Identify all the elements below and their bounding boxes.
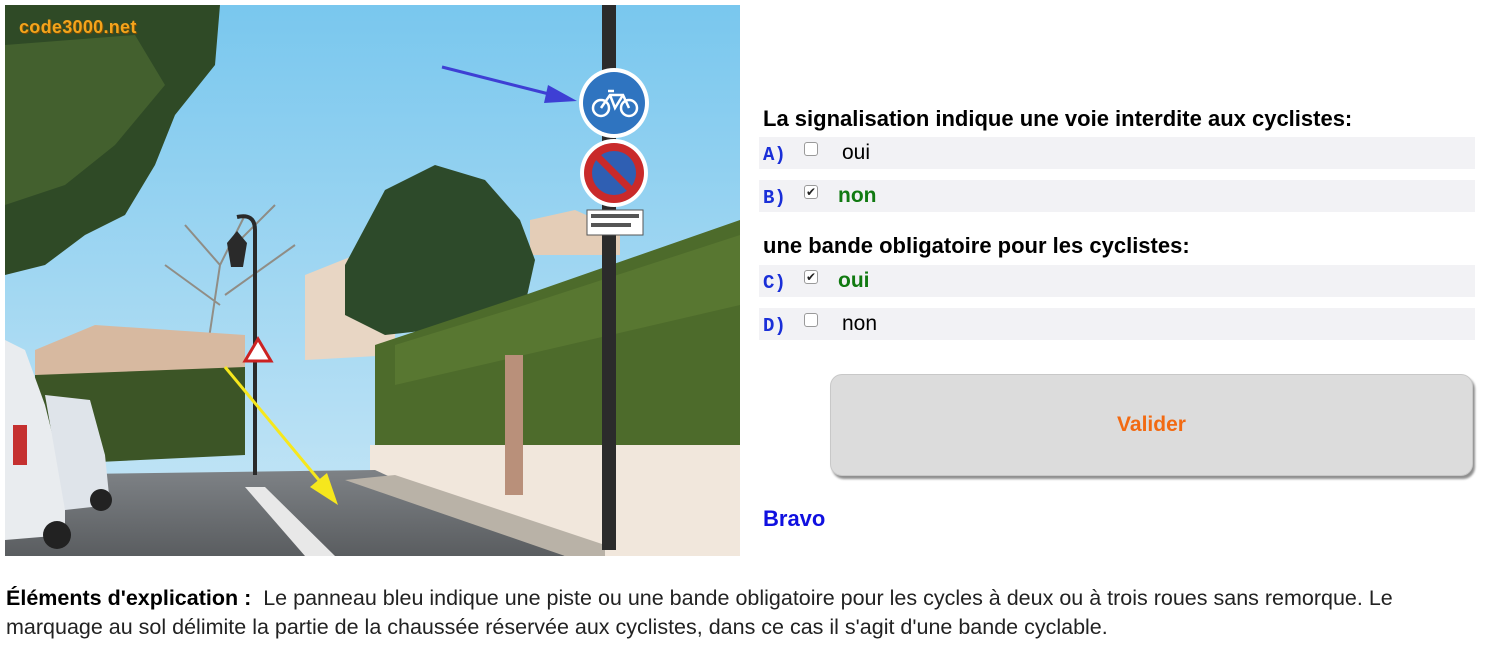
- option-letter: B): [763, 187, 786, 209]
- option-letter: D): [763, 315, 786, 337]
- option-label: oui: [842, 141, 871, 164]
- validate-button[interactable]: Valider: [830, 374, 1473, 476]
- option-b[interactable]: B) ✔ non: [759, 180, 1475, 212]
- option-letter: A): [763, 144, 786, 166]
- option-d-checkbox[interactable]: [804, 313, 818, 327]
- option-label: oui: [838, 269, 870, 292]
- option-d[interactable]: D) non: [759, 308, 1475, 340]
- option-a[interactable]: A) oui: [759, 137, 1475, 169]
- explanation-heading: Éléments d'explication :: [6, 586, 252, 610]
- option-a-checkbox[interactable]: [804, 142, 818, 156]
- road-scene-photo: code3000.net: [5, 5, 740, 556]
- explanation: Éléments d'explication : Le panneau bleu…: [6, 584, 1466, 642]
- result-message: Bravo: [763, 506, 826, 531]
- road-scene-illustration: [5, 5, 740, 556]
- no-parking-sign-icon: [580, 139, 648, 207]
- cycle-sign-icon: [579, 68, 649, 138]
- question-1-title: La signalisation indique une voie interd…: [763, 106, 1353, 131]
- option-letter: C): [763, 272, 786, 294]
- watermark: code3000.net: [19, 17, 137, 37]
- validate-button-label: Valider: [1117, 413, 1186, 436]
- option-label: non: [838, 184, 877, 207]
- option-c[interactable]: C) ✔ oui: [759, 265, 1475, 297]
- option-c-checkbox[interactable]: ✔: [804, 270, 818, 284]
- option-b-checkbox[interactable]: ✔: [804, 185, 818, 199]
- option-label: non: [842, 312, 878, 335]
- question-2-title: une bande obligatoire pour les cyclistes…: [763, 233, 1190, 258]
